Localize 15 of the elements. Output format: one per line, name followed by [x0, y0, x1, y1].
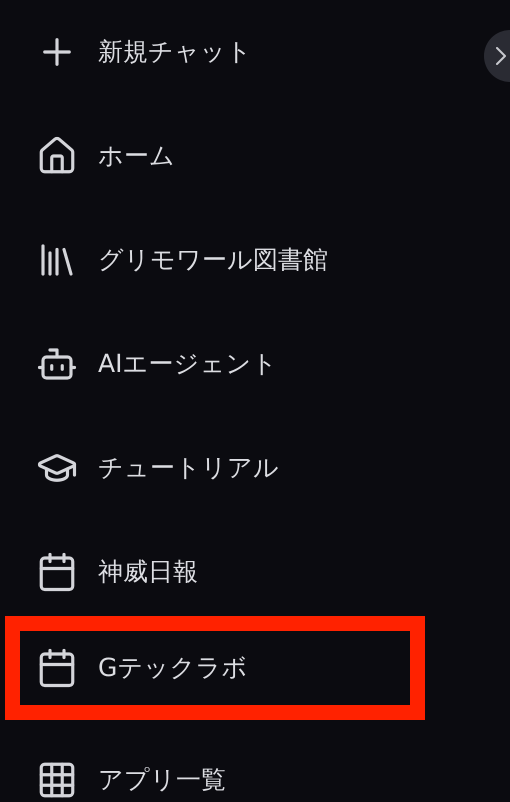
menu-item[interactable]: チュートリアル [5, 416, 425, 520]
menu-label: チュートリアル [98, 452, 279, 484]
menu-item[interactable]: グリモワール図書館 [5, 208, 425, 312]
chevron-icon [496, 47, 506, 65]
menu-item[interactable]: ホーム [5, 104, 425, 208]
menu-label: 新規チャット [98, 36, 252, 68]
menu-label: ホーム [98, 140, 175, 172]
menu-label: Gテックラボ [98, 652, 248, 684]
menu-label: 神威日報 [98, 556, 198, 588]
menu-item[interactable]: アプリ一覧 [5, 728, 425, 802]
menu-item[interactable]: 新規チャット [5, 0, 425, 104]
menu-label: グリモワール図書館 [98, 244, 328, 276]
menu-label: アプリ一覧 [98, 764, 226, 796]
menu-item[interactable]: AIエージェント [5, 312, 425, 416]
menu-label: AIエージェント [98, 348, 278, 380]
